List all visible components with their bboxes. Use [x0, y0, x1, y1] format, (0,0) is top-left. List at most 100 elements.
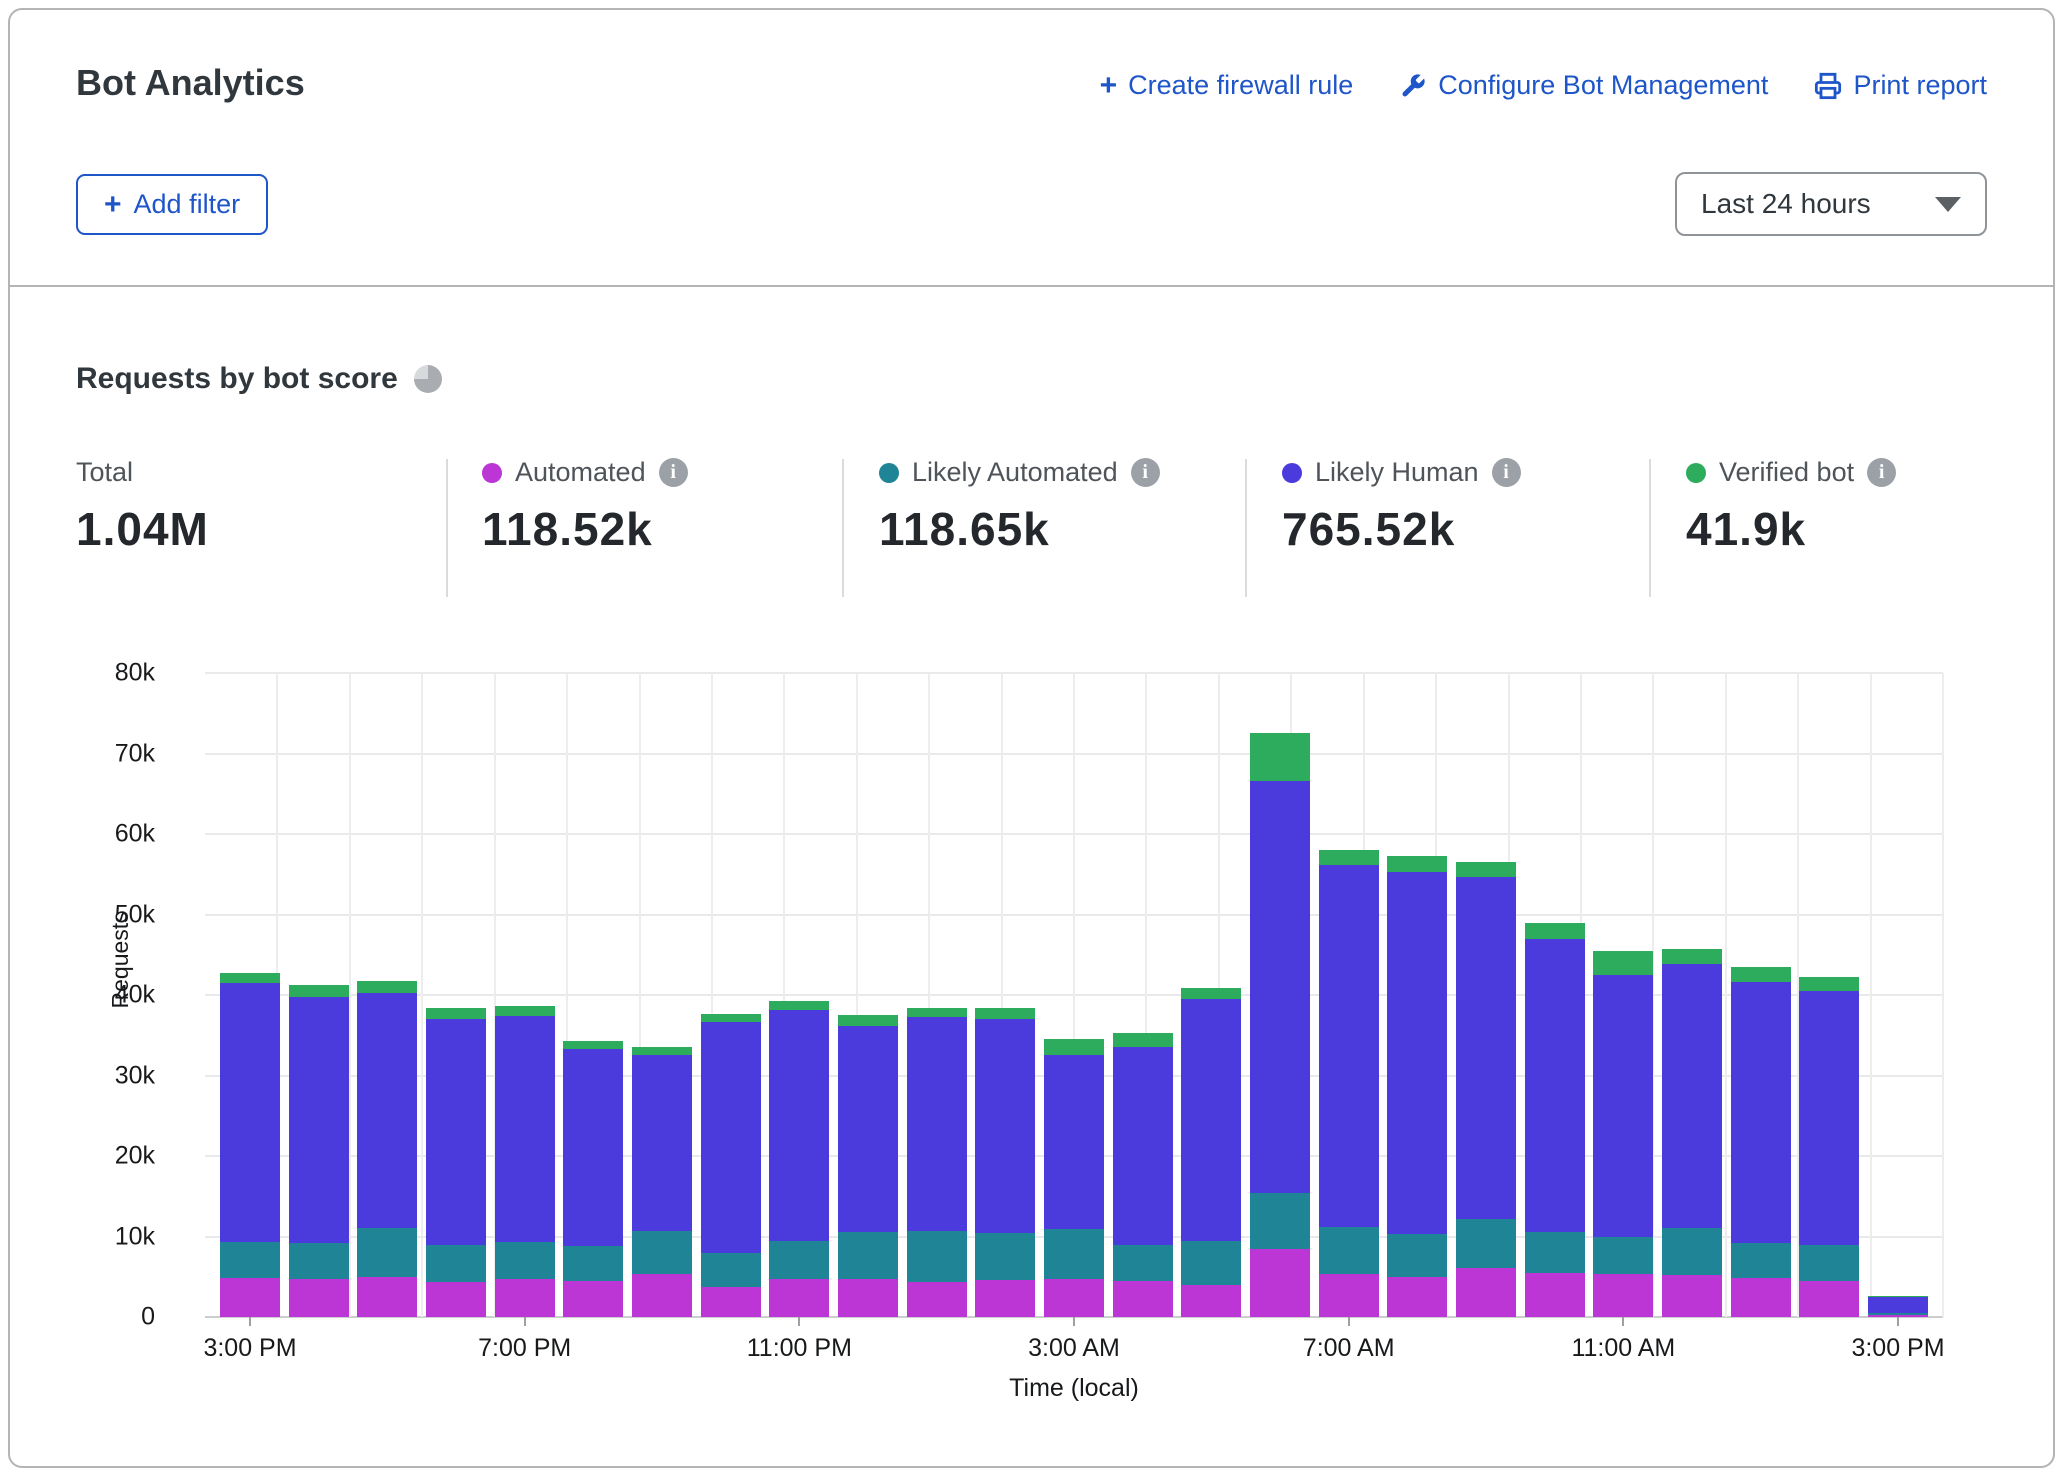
bar-segment-likely-human[interactable] — [1731, 982, 1791, 1243]
bar-segment-likely-human[interactable] — [838, 1026, 898, 1231]
bar-segment-likely-human[interactable] — [1799, 991, 1859, 1245]
bar-segment-likely-human[interactable] — [632, 1055, 692, 1231]
configure-bot-management-link[interactable]: Configure Bot Management — [1399, 70, 1768, 101]
bar-segment-likely-human[interactable] — [289, 997, 349, 1243]
bar-segment-likely-human[interactable] — [563, 1049, 623, 1246]
bar-segment-likely-automated[interactable] — [1319, 1227, 1379, 1274]
bar-segment-likely-automated[interactable] — [838, 1232, 898, 1279]
bar-600am[interactable] — [1250, 733, 1310, 1317]
bar-segment-automated[interactable] — [495, 1279, 555, 1317]
bar-segment-likely-automated[interactable] — [220, 1242, 280, 1278]
bar-segment-likely-automated[interactable] — [1387, 1234, 1447, 1277]
bar-segment-verified-bot[interactable] — [1113, 1033, 1173, 1047]
bar-segment-verified-bot[interactable] — [1456, 862, 1516, 876]
bar-segment-verified-bot[interactable] — [838, 1015, 898, 1026]
bar-segment-automated[interactable] — [1044, 1279, 1104, 1317]
bar-segment-likely-human[interactable] — [1868, 1297, 1928, 1313]
bar-segment-automated[interactable] — [1456, 1268, 1516, 1317]
info-icon[interactable]: i — [659, 458, 688, 487]
bar-segment-automated[interactable] — [1593, 1274, 1653, 1317]
bar-segment-likely-automated[interactable] — [426, 1245, 486, 1282]
bar-segment-verified-bot[interactable] — [1593, 951, 1653, 975]
bar-1200pm[interactable] — [1662, 949, 1722, 1317]
bar-segment-automated[interactable] — [838, 1279, 898, 1317]
bar-segment-likely-human[interactable] — [769, 1010, 829, 1242]
bar-segment-automated[interactable] — [769, 1279, 829, 1317]
bar-500am[interactable] — [1181, 988, 1241, 1317]
bar-segment-verified-bot[interactable] — [426, 1008, 486, 1019]
bar-segment-likely-human[interactable] — [220, 983, 280, 1242]
bar-segment-automated[interactable] — [1731, 1278, 1791, 1317]
bar-segment-verified-bot[interactable] — [1044, 1039, 1104, 1055]
bar-segment-verified-bot[interactable] — [769, 1001, 829, 1009]
bar-segment-automated[interactable] — [220, 1278, 280, 1317]
bar-segment-likely-automated[interactable] — [357, 1228, 417, 1276]
bar-segment-verified-bot[interactable] — [907, 1008, 967, 1017]
bar-segment-likely-human[interactable] — [1181, 999, 1241, 1241]
bar-segment-verified-bot[interactable] — [289, 985, 349, 996]
bar-300pm[interactable] — [220, 973, 280, 1317]
bar-segment-likely-automated[interactable] — [1456, 1219, 1516, 1268]
bar-segment-verified-bot[interactable] — [563, 1041, 623, 1049]
bar-segment-likely-automated[interactable] — [1662, 1228, 1722, 1275]
bar-segment-likely-human[interactable] — [426, 1019, 486, 1244]
bar-segment-verified-bot[interactable] — [1799, 977, 1859, 991]
bar-segment-verified-bot[interactable] — [1387, 856, 1447, 872]
bar-segment-likely-automated[interactable] — [1044, 1229, 1104, 1279]
bar-segment-automated[interactable] — [1662, 1275, 1722, 1317]
bar-100am[interactable] — [907, 1008, 967, 1317]
bar-800pm[interactable] — [563, 1041, 623, 1317]
bar-segment-likely-automated[interactable] — [975, 1233, 1035, 1280]
bar-segment-verified-bot[interactable] — [495, 1006, 555, 1016]
bar-segment-likely-human[interactable] — [907, 1017, 967, 1231]
bar-segment-verified-bot[interactable] — [1181, 988, 1241, 999]
bar-400pm[interactable] — [289, 985, 349, 1317]
bar-segment-likely-human[interactable] — [357, 993, 417, 1228]
bar-900pm[interactable] — [632, 1047, 692, 1317]
bar-segment-verified-bot[interactable] — [1525, 923, 1585, 939]
bar-segment-verified-bot[interactable] — [1731, 967, 1791, 982]
print-report-link[interactable]: Print report — [1814, 70, 1987, 101]
info-icon[interactable]: i — [1131, 458, 1160, 487]
bar-segment-likely-automated[interactable] — [907, 1231, 967, 1283]
bar-700pm[interactable] — [495, 1006, 555, 1318]
bar-segment-likely-automated[interactable] — [563, 1246, 623, 1281]
bar-800am[interactable] — [1387, 856, 1447, 1317]
bar-segment-likely-automated[interactable] — [289, 1243, 349, 1279]
bar-300am[interactable] — [1044, 1039, 1104, 1317]
bar-400am[interactable] — [1113, 1033, 1173, 1317]
bar-segment-verified-bot[interactable] — [1662, 949, 1722, 964]
bar-200pm[interactable] — [1799, 977, 1859, 1317]
bar-segment-automated[interactable] — [1387, 1277, 1447, 1317]
bar-segment-automated[interactable] — [632, 1274, 692, 1317]
bar-1000pm[interactable] — [701, 1014, 761, 1317]
bar-segment-automated[interactable] — [563, 1281, 623, 1317]
create-firewall-rule-link[interactable]: + Create firewall rule — [1100, 70, 1354, 101]
bar-1100pm[interactable] — [769, 1001, 829, 1317]
bar-segment-likely-automated[interactable] — [1113, 1245, 1173, 1280]
bar-segment-verified-bot[interactable] — [1319, 850, 1379, 865]
bar-segment-verified-bot[interactable] — [632, 1047, 692, 1054]
bar-segment-likely-automated[interactable] — [632, 1231, 692, 1274]
bar-600pm[interactable] — [426, 1008, 486, 1317]
bar-segment-automated[interactable] — [1799, 1281, 1859, 1317]
bar-segment-likely-automated[interactable] — [1731, 1243, 1791, 1278]
bar-200am[interactable] — [975, 1008, 1035, 1317]
bar-segment-likely-human[interactable] — [1113, 1047, 1173, 1246]
bar-segment-likely-automated[interactable] — [1181, 1241, 1241, 1284]
bar-segment-automated[interactable] — [426, 1282, 486, 1317]
bar-segment-likely-automated[interactable] — [1799, 1245, 1859, 1280]
bar-segment-automated[interactable] — [1525, 1273, 1585, 1317]
bar-segment-automated[interactable] — [701, 1287, 761, 1317]
bar-segment-verified-bot[interactable] — [975, 1008, 1035, 1019]
bar-segment-automated[interactable] — [1181, 1285, 1241, 1317]
time-range-select[interactable]: Last 24 hours — [1675, 172, 1987, 236]
bar-segment-likely-human[interactable] — [701, 1022, 761, 1253]
bar-1000am[interactable] — [1525, 923, 1585, 1317]
bar-100pm[interactable] — [1731, 967, 1791, 1317]
bar-segment-automated[interactable] — [907, 1282, 967, 1317]
bar-segment-automated[interactable] — [357, 1277, 417, 1317]
bar-segment-likely-human[interactable] — [1593, 975, 1653, 1237]
bar-1200am[interactable] — [838, 1015, 898, 1317]
bar-segment-likely-automated[interactable] — [1250, 1193, 1310, 1249]
